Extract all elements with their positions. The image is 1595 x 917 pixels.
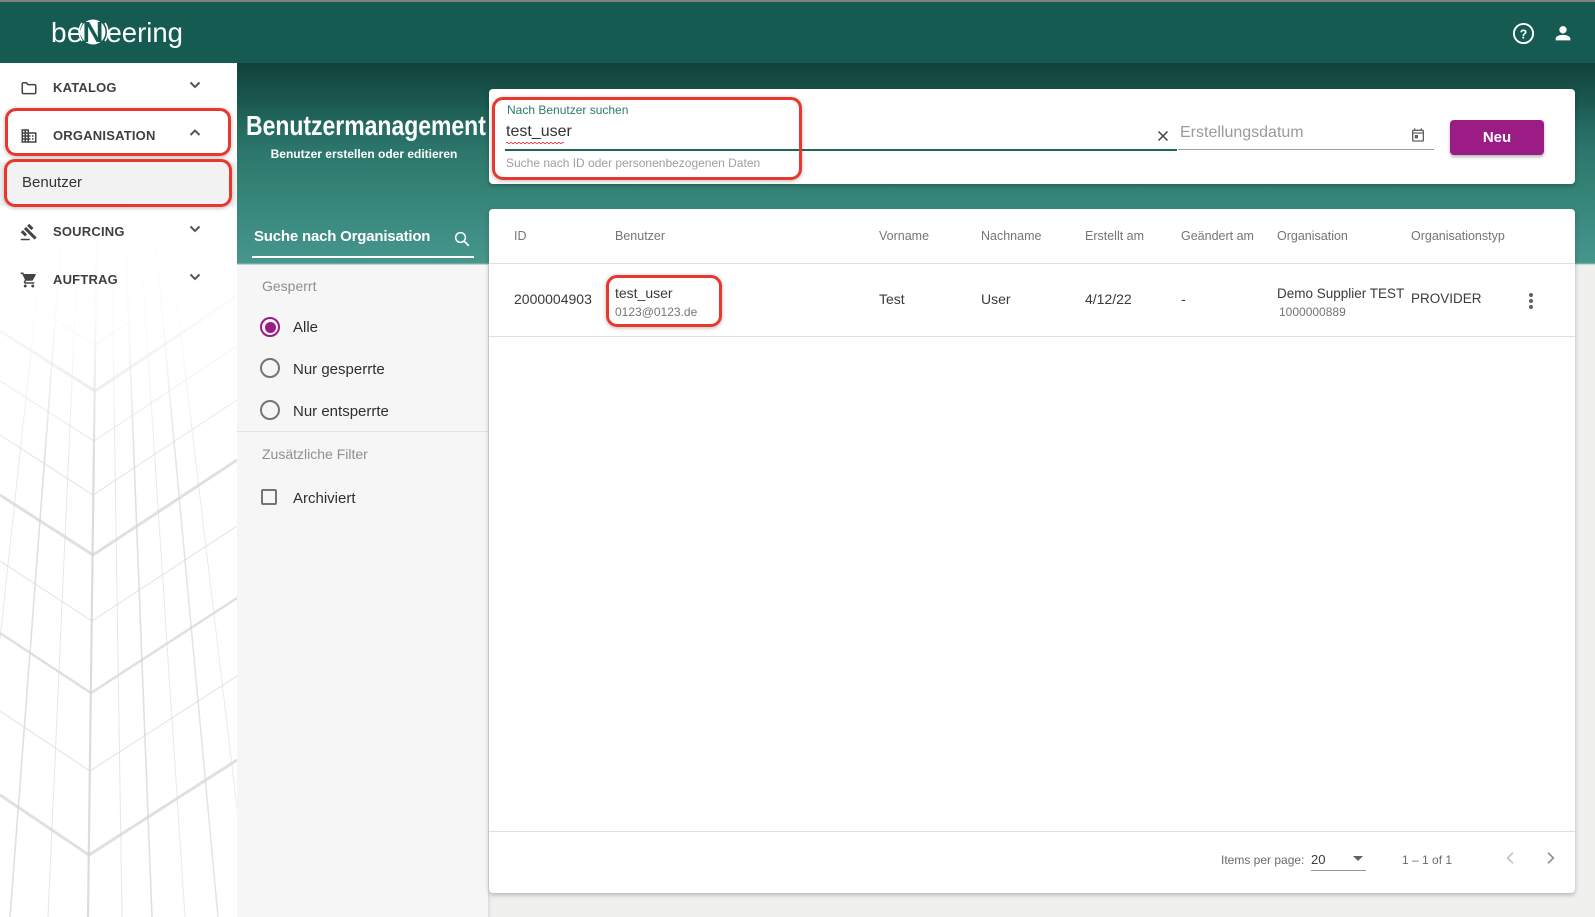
svg-text:?: ? [1520,27,1528,41]
svg-text:be: be [51,17,83,48]
svg-text:N: N [83,17,104,49]
svg-text:eering: eering [107,17,183,48]
